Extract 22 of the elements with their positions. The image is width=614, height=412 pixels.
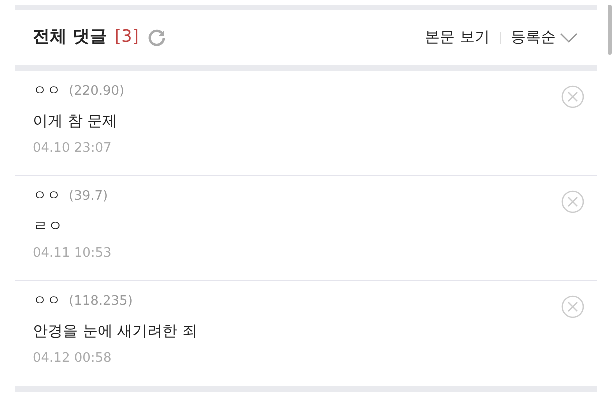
comment-date: 04.12 00:58 xyxy=(33,350,113,368)
sort-dropdown[interactable]: 등록순 xyxy=(511,26,578,49)
author-name: ㅇㅇ xyxy=(33,187,61,206)
delete-icon[interactable] xyxy=(561,85,585,109)
comment-count: [3] xyxy=(114,26,140,49)
scrollbar[interactable] xyxy=(608,5,612,55)
refresh-icon[interactable] xyxy=(147,28,168,48)
author-name: ㅇㅇ xyxy=(33,82,61,101)
comment-text: ㄹㅇ xyxy=(33,216,64,237)
delete-icon[interactable] xyxy=(561,295,585,319)
comment-date: 04.11 10:53 xyxy=(33,244,112,262)
comment-date: 04.10 23:07 xyxy=(33,140,113,158)
view-post-link[interactable]: 본문 보기 xyxy=(425,26,490,49)
delete-icon[interactable] xyxy=(561,190,585,214)
ip-address: (39.7) xyxy=(69,188,108,206)
author-name: ㅇㅇ xyxy=(33,292,61,311)
ip-address: (220.90) xyxy=(69,82,125,101)
comments-title: 전체 댓글 xyxy=(33,26,107,49)
comment-text: 안경을 눈에 새기려한 죄 xyxy=(33,321,198,342)
caret-icon xyxy=(560,32,578,42)
comment-text: 이게 참 문제 xyxy=(33,111,119,132)
ip-address: (118.235) xyxy=(69,292,133,311)
